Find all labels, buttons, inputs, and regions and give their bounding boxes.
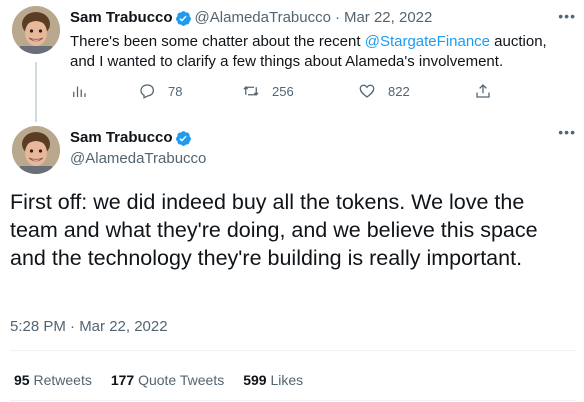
- analytics-icon: [73, 86, 86, 97]
- reply-tweet[interactable]: Sam Trabucco @AlamedaTrabucco · Mar 22, …: [70, 8, 570, 72]
- retweets-stat-label: Retweets: [33, 372, 92, 388]
- retweets-stat[interactable]: 95 Retweets: [14, 372, 92, 388]
- heart-icon: [359, 84, 375, 98]
- author-name[interactable]: Sam Trabucco: [70, 128, 173, 148]
- reply-icon: [140, 84, 155, 99]
- likes-stat-label: Likes: [270, 372, 304, 388]
- engagement-stats: 95 Retweets 177 Quote Tweets 599 Likes: [14, 372, 322, 388]
- author-handle[interactable]: @AlamedaTrabucco: [70, 149, 206, 169]
- reply-count: 78: [168, 83, 183, 99]
- like-count: 822: [388, 83, 410, 99]
- retweets-stat-count: 95: [14, 372, 30, 388]
- share-button[interactable]: [474, 82, 492, 100]
- mention-link[interactable]: @StargateFinance: [365, 33, 490, 50]
- tweet-text-before: There's been some chatter about the rece…: [70, 33, 365, 50]
- retweet-count: 256: [272, 83, 294, 99]
- tweet-text: There's been some chatter about the rece…: [70, 32, 570, 72]
- quote-tweets-stat[interactable]: 177 Quote Tweets: [111, 372, 224, 388]
- author-handle[interactable]: @AlamedaTrabucco: [195, 8, 331, 28]
- share-icon: [476, 84, 490, 98]
- avatar-image: [12, 126, 60, 174]
- analytics-button[interactable]: [70, 82, 88, 100]
- main-tweet-text: First off: we did indeed buy all the tok…: [10, 190, 538, 270]
- like-button[interactable]: 822: [358, 82, 410, 100]
- avatar-image: [12, 6, 60, 54]
- tweet-actions: 78 256 822: [70, 82, 500, 102]
- more-icon[interactable]: •••: [558, 124, 576, 140]
- reply-button[interactable]: 78: [138, 82, 182, 100]
- main-author-name-row[interactable]: Sam Trabucco: [70, 128, 195, 148]
- avatar[interactable]: [12, 126, 60, 174]
- retweet-button[interactable]: 256: [242, 82, 294, 100]
- likes-stat-count: 599: [243, 372, 267, 388]
- separator-dot: ·: [334, 9, 340, 26]
- more-icon[interactable]: •••: [558, 8, 576, 24]
- tweet-timestamp[interactable]: 5:28 PM · Mar 22, 2022: [10, 318, 168, 335]
- divider: [10, 400, 576, 401]
- likes-stat[interactable]: 599 Likes: [243, 372, 303, 388]
- verified-badge-icon: [175, 10, 191, 26]
- retweet-icon: [243, 86, 259, 96]
- thread-connector-line: [35, 62, 37, 122]
- quote-tweets-stat-label: Quote Tweets: [138, 372, 225, 388]
- avatar[interactable]: [12, 6, 60, 54]
- verified-badge-icon: [175, 130, 191, 146]
- tweet-date[interactable]: Mar 22, 2022: [344, 8, 432, 28]
- divider: [10, 350, 576, 351]
- author-name[interactable]: Sam Trabucco: [70, 8, 173, 28]
- quote-tweets-stat-count: 177: [110, 372, 135, 388]
